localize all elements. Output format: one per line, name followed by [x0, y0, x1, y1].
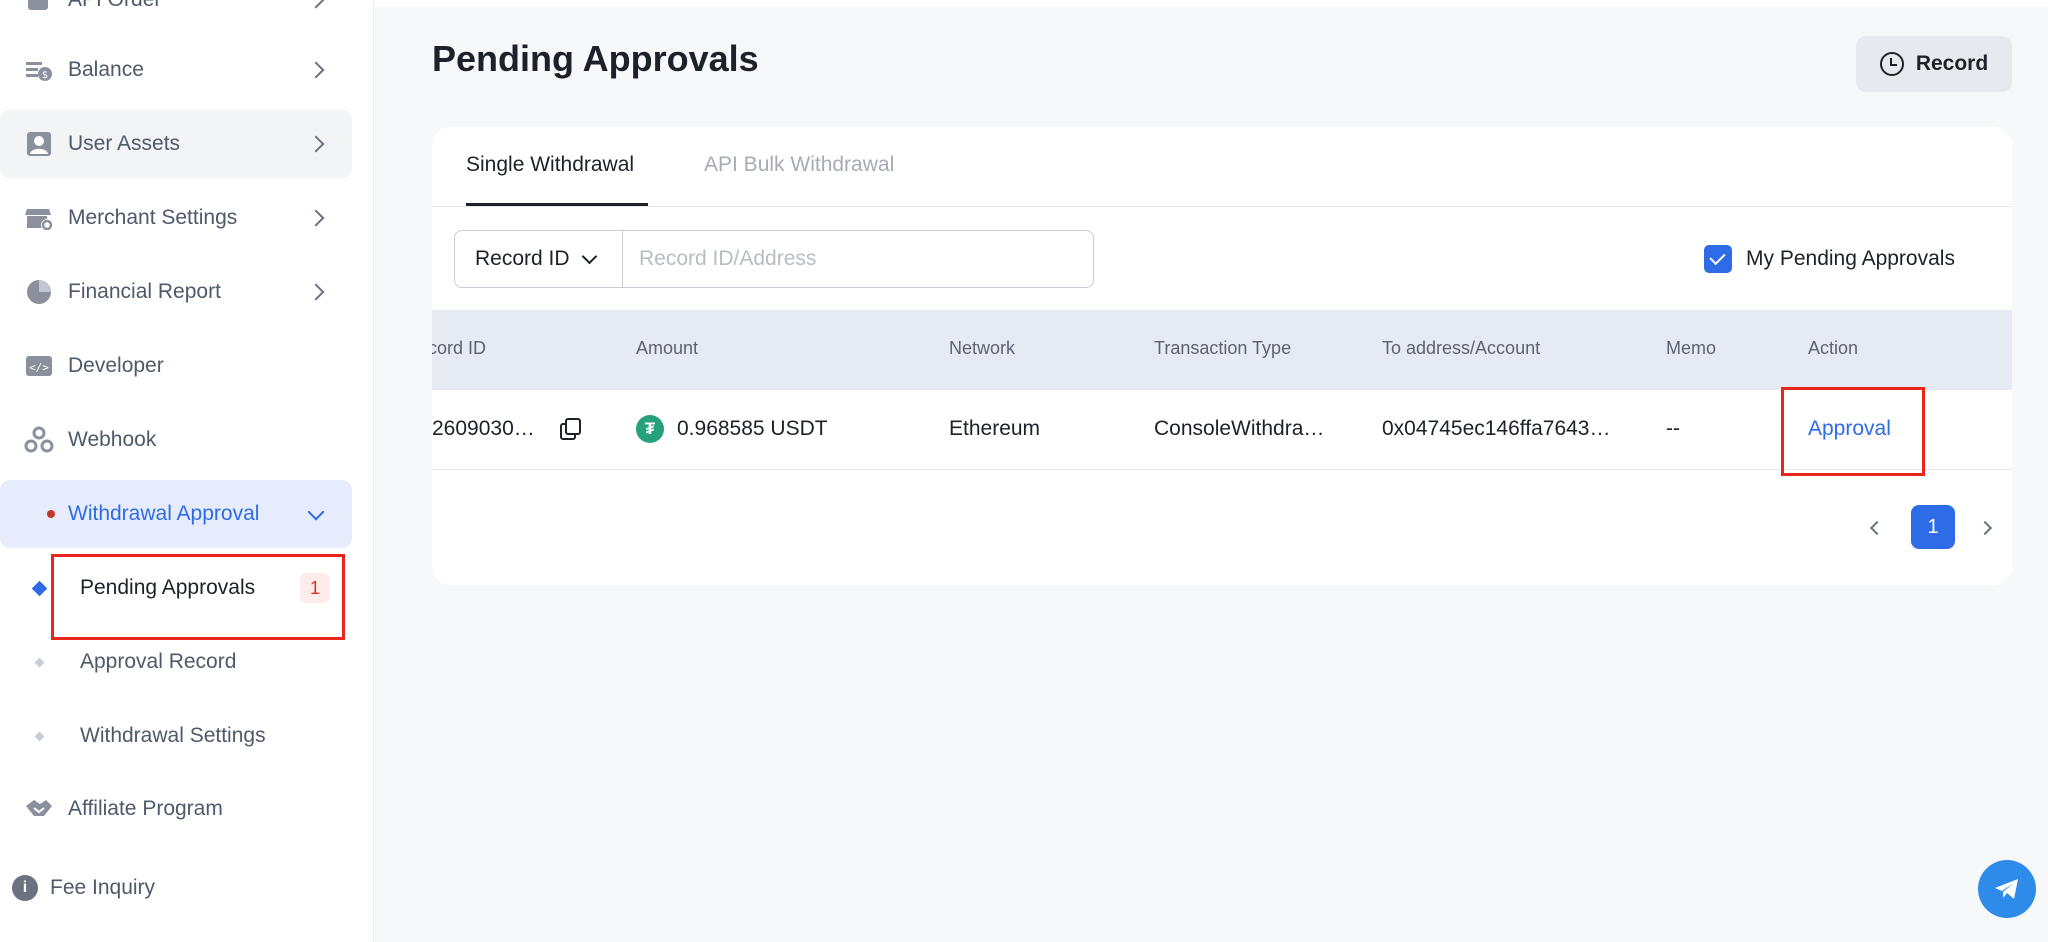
table-row: 2609030… ₮ 0.968585 USDT Ethereum Consol…	[432, 390, 2012, 470]
chevron-down-icon	[581, 248, 597, 264]
column-header-record-id: cord ID	[432, 338, 487, 358]
info-icon: i	[12, 875, 38, 901]
code-icon: </>	[24, 351, 54, 381]
search-field-select-label: Record ID	[475, 247, 570, 270]
sidebar-subitem-label: Approval Record	[80, 650, 237, 673]
active-dot-icon	[47, 510, 55, 518]
sidebar-item-label: User Assets	[68, 132, 181, 155]
chevron-right-icon	[307, 135, 325, 153]
record-button[interactable]: Record	[1856, 36, 2012, 92]
column-header-memo: Memo	[1666, 338, 1717, 358]
sidebar-item-merchant-settings[interactable]: Merchant Settings	[0, 184, 352, 252]
my-pending-approvals-label: My Pending Approvals	[1746, 247, 1955, 270]
column-header-transaction-type: Transaction Type	[1154, 338, 1292, 358]
bullet-icon	[34, 731, 45, 741]
my-pending-approvals-toggle[interactable]: My Pending Approvals	[1704, 245, 1955, 273]
network-cell: Ethereum	[949, 417, 1041, 440]
record-button-label: Record	[1915, 52, 1989, 75]
webhook-icon	[24, 425, 54, 455]
fee-inquiry-link[interactable]: i Fee Inquiry	[12, 872, 155, 904]
sidebar-item-withdrawal-approval[interactable]: Withdrawal Approval	[0, 480, 352, 548]
prev-page-icon[interactable]	[1869, 520, 1885, 536]
column-header-amount: Amount	[636, 338, 699, 358]
approvals-card: Single Withdrawal API Bulk Withdrawal Re…	[432, 127, 2012, 585]
approval-link[interactable]: Approval	[1808, 417, 1891, 441]
sidebar-subitem-pending-approvals[interactable]: Pending Approvals 1	[0, 556, 352, 620]
column-header-network: Network	[949, 338, 1016, 358]
sidebar-subitem-label: Withdrawal Settings	[80, 724, 266, 747]
copy-icon[interactable]	[560, 418, 581, 440]
sidebar-item-label: Webhook	[68, 428, 157, 451]
sidebar-item-balance[interactable]: $ Balance	[0, 36, 352, 104]
sidebar-subitem-label: Pending Approvals	[80, 576, 256, 599]
chevron-right-icon	[307, 0, 325, 9]
sidebar: API Order $ Balance User Assets Merchant…	[0, 0, 374, 942]
telegram-icon[interactable]	[1978, 860, 2036, 918]
bullet-icon	[34, 657, 45, 667]
tab-api-bulk-withdrawal[interactable]: API Bulk Withdrawal	[704, 153, 894, 177]
memo-cell: --	[1666, 417, 1680, 440]
sidebar-item-webhook[interactable]: Webhook	[0, 406, 352, 474]
sidebar-item-label: Developer	[68, 354, 164, 377]
svg-text:$: $	[42, 70, 48, 81]
chevron-down-icon	[307, 503, 325, 521]
balance-icon: $	[24, 55, 54, 85]
amount-cell: 0.968585 USDT	[677, 417, 828, 440]
sidebar-subitem-withdrawal-settings[interactable]: Withdrawal Settings	[0, 704, 352, 768]
chevron-right-icon	[307, 283, 325, 301]
search-bar: Record ID	[454, 230, 1094, 288]
sidebar-item-label: Financial Report	[68, 280, 221, 303]
chevron-right-icon	[307, 61, 325, 79]
pending-count-badge: 1	[300, 573, 330, 603]
usdt-icon: ₮	[636, 415, 664, 443]
transaction-type-cell: ConsoleWithdra…	[1154, 417, 1325, 440]
column-header-to-address: To address/Account	[1382, 338, 1541, 358]
page-title: Pending Approvals	[432, 38, 759, 79]
top-strip	[375, 0, 2048, 7]
next-page-icon[interactable]	[1977, 520, 1993, 536]
page-number-current[interactable]: 1	[1911, 505, 1955, 549]
handshake-icon	[24, 794, 54, 824]
record-id-cell: 2609030…	[432, 417, 535, 440]
api-order-icon	[24, 0, 54, 15]
chevron-right-icon	[307, 209, 325, 227]
sidebar-subitem-approval-record[interactable]: Approval Record	[0, 630, 352, 694]
sidebar-item-api-order[interactable]: API Order	[0, 0, 352, 34]
pie-chart-icon	[24, 277, 54, 307]
user-icon	[24, 129, 54, 159]
table-header: cord ID Amount Network Transaction Type …	[432, 310, 2012, 390]
store-settings-icon	[24, 203, 54, 233]
search-input[interactable]	[623, 231, 1093, 287]
clock-icon	[1879, 52, 1904, 76]
sidebar-item-developer[interactable]: </> Developer	[0, 332, 352, 400]
sidebar-item-affiliate-program[interactable]: Affiliate Program	[0, 775, 352, 843]
sidebar-item-label: Affiliate Program	[68, 797, 223, 820]
sidebar-item-label: API Order	[68, 0, 161, 12]
sidebar-item-label: Merchant Settings	[68, 206, 238, 229]
sidebar-item-user-assets[interactable]: User Assets	[0, 110, 352, 178]
tab-single-withdrawal[interactable]: Single Withdrawal	[466, 153, 634, 177]
column-header-action: Action	[1808, 338, 1859, 358]
search-field-select[interactable]: Record ID	[455, 231, 623, 287]
svg-text:</>: </>	[29, 361, 49, 374]
tab-bar: Single Withdrawal API Bulk Withdrawal	[432, 127, 2012, 207]
address-cell: 0x04745ec146ffa7643…	[1382, 417, 1611, 440]
sidebar-item-label: Withdrawal Approval	[68, 502, 260, 525]
sidebar-item-label: Balance	[68, 58, 144, 81]
sidebar-item-financial-report[interactable]: Financial Report	[0, 258, 352, 326]
active-tab-underline	[466, 203, 648, 206]
fee-inquiry-label: Fee Inquiry	[50, 876, 156, 899]
bullet-icon	[31, 580, 48, 596]
checkbox-checked-icon[interactable]	[1704, 245, 1732, 273]
